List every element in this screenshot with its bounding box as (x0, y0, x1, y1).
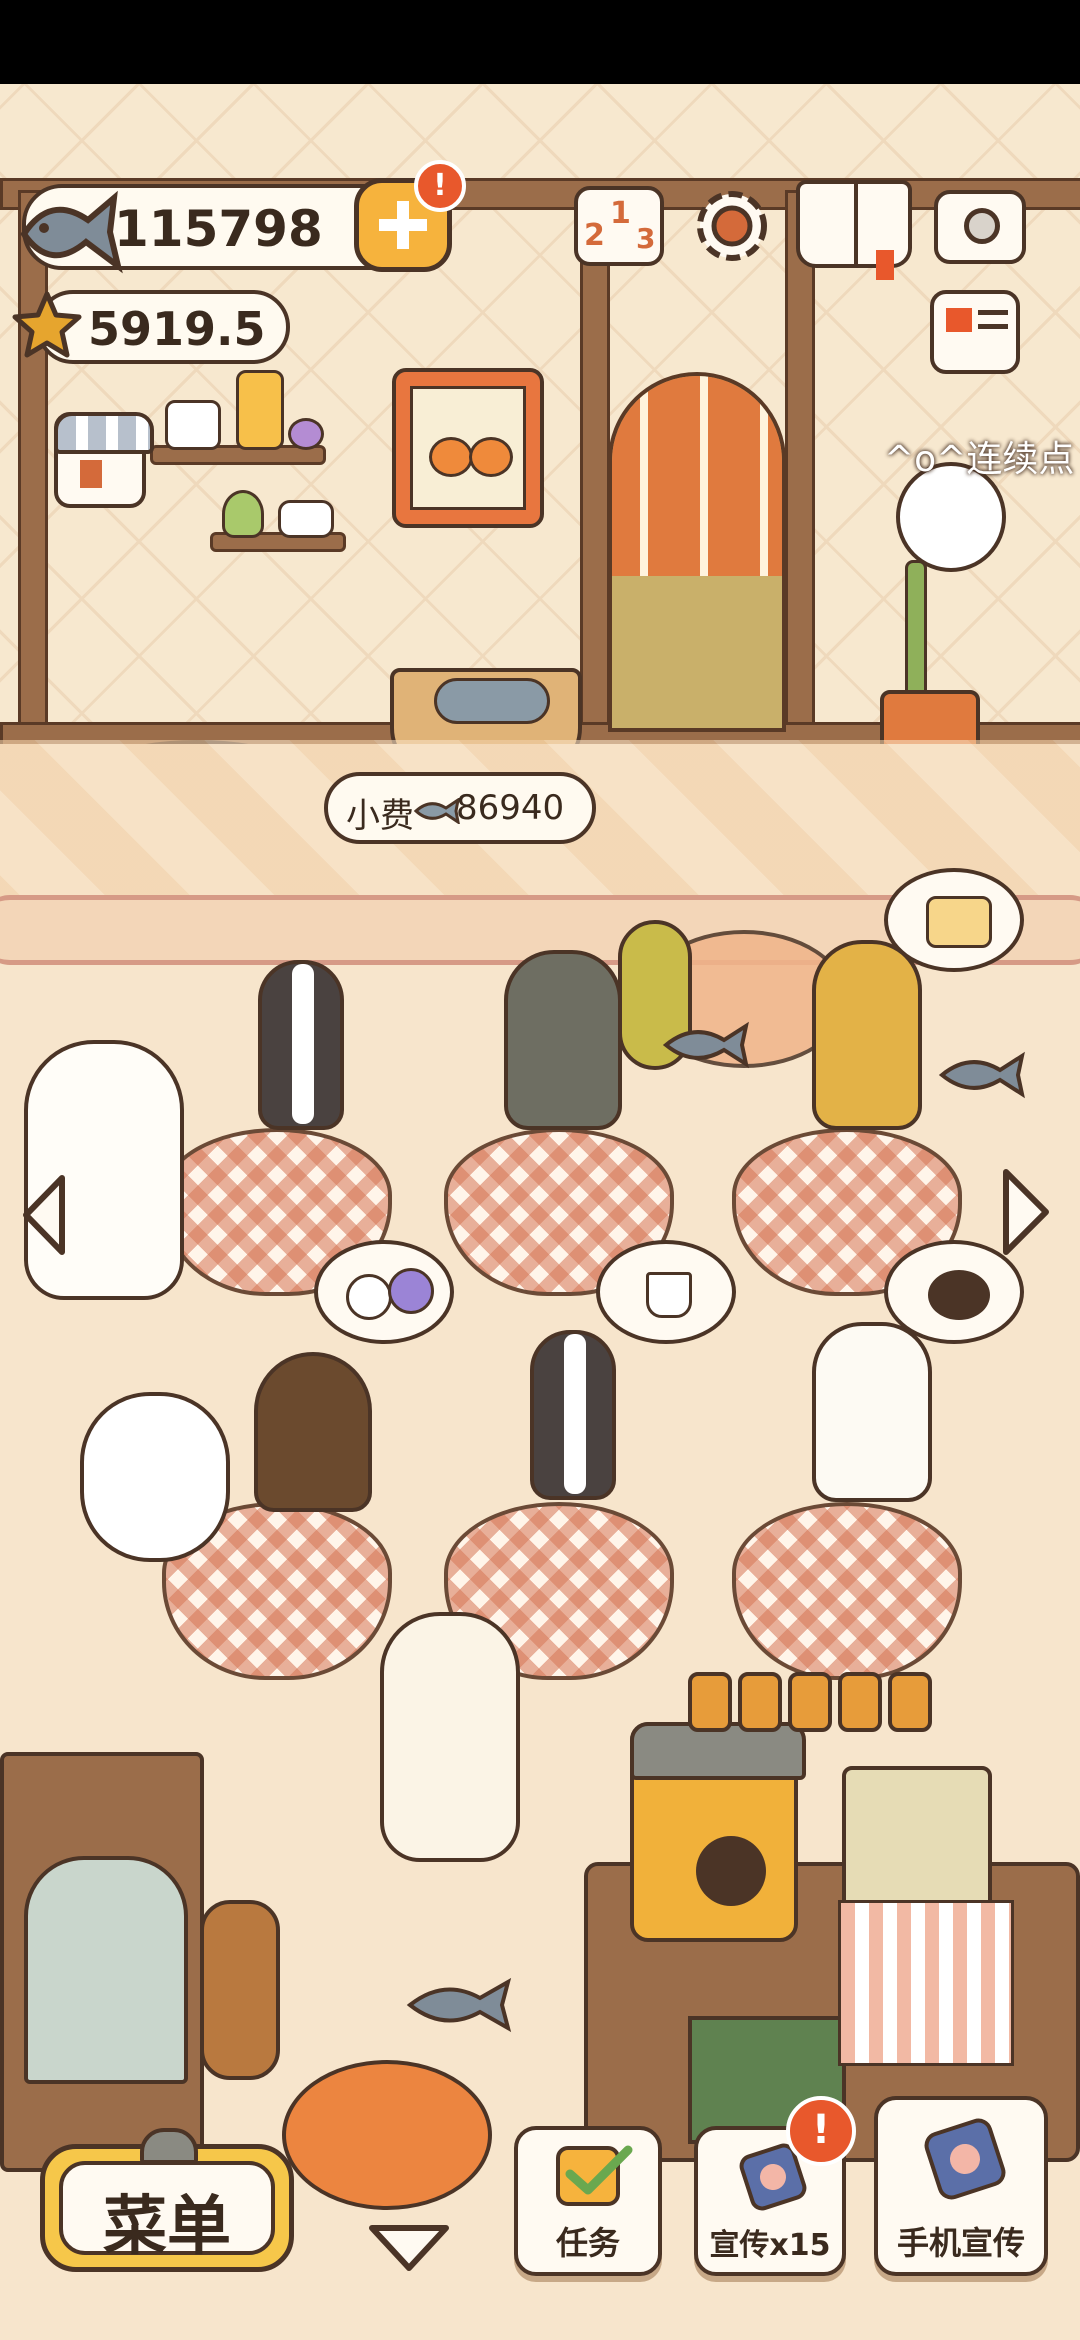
rank-3: 3 (636, 222, 656, 255)
skewer-rack (680, 1660, 960, 1750)
pumpkin-dish (282, 2060, 492, 2210)
left-arrow-icon[interactable] (16, 1170, 72, 1260)
mouse-customer[interactable] (504, 950, 622, 1130)
tip-amount: 86940 (456, 788, 565, 828)
badger-customer-2[interactable] (530, 1330, 616, 1500)
order-bubble-coffee (596, 1240, 736, 1344)
fish-icon[interactable] (936, 1050, 1026, 1100)
promote-badge: ! (786, 2096, 856, 2166)
shop-icon[interactable] (54, 412, 154, 508)
doorway (608, 372, 786, 732)
star-icon (12, 290, 82, 360)
tasks-button[interactable]: 任务 (514, 2126, 662, 2276)
hyena-customer[interactable] (812, 940, 922, 1130)
tasks-checkbox-icon (556, 2145, 633, 2206)
tip-label: 小费 (346, 796, 414, 836)
rank-1: 1 (610, 196, 631, 231)
order-bubble-toast (884, 868, 1024, 972)
star-amount: 5919.5 (88, 302, 266, 356)
newspaper-icon[interactable] (930, 290, 1020, 374)
table-6[interactable] (732, 1502, 962, 1680)
right-arrow-icon[interactable] (996, 1164, 1056, 1260)
status-bar (0, 0, 1080, 84)
promote-label: 宣传x15 (709, 2228, 831, 2263)
chef-cat[interactable] (380, 1612, 520, 1862)
tasks-label: 任务 (555, 2224, 620, 2262)
wall-post-right (785, 190, 815, 746)
sheep-customer[interactable] (80, 1392, 230, 1562)
coffee-machine[interactable] (630, 1722, 806, 1942)
combo-text: ^o^连续点 (884, 439, 1075, 480)
fish-amount: 115798 (114, 200, 323, 258)
gear-icon[interactable] (686, 180, 778, 272)
rank-2: 2 (584, 218, 605, 253)
display-cabinet[interactable] (0, 1752, 204, 2172)
guidebook-icon[interactable] (796, 180, 912, 280)
fish-icon (412, 796, 461, 826)
plus-badge: ! (414, 160, 466, 212)
hedgehog-customer[interactable] (254, 1352, 372, 1512)
badger-customer[interactable] (258, 960, 344, 1130)
ranking-button[interactable]: 2 1 3 (574, 186, 664, 266)
door-curtain (612, 376, 782, 576)
fish-icon (14, 184, 124, 276)
wall-post-mid (580, 190, 610, 746)
phone-promote-button[interactable]: 手机宣传 (874, 2096, 1048, 2276)
order-bubble-mochi (314, 1240, 454, 1344)
phone-promote-icon (920, 2114, 1010, 2204)
menu-label: 菜单 (103, 2190, 231, 2264)
camera-icon[interactable] (934, 190, 1026, 264)
down-arrow-icon[interactable] (364, 2218, 454, 2276)
dog-customer[interactable] (812, 1322, 932, 1502)
counter-cloth (838, 1900, 1014, 2066)
phone-promote-label: 手机宣传 (896, 2224, 1025, 2262)
fish-pile[interactable] (404, 1970, 514, 2040)
fish-icon[interactable] (660, 1020, 750, 1070)
orange-painting (392, 368, 544, 528)
cloche-icon (140, 2128, 198, 2164)
tip-bubble[interactable]: 小费 86940 (324, 772, 596, 844)
